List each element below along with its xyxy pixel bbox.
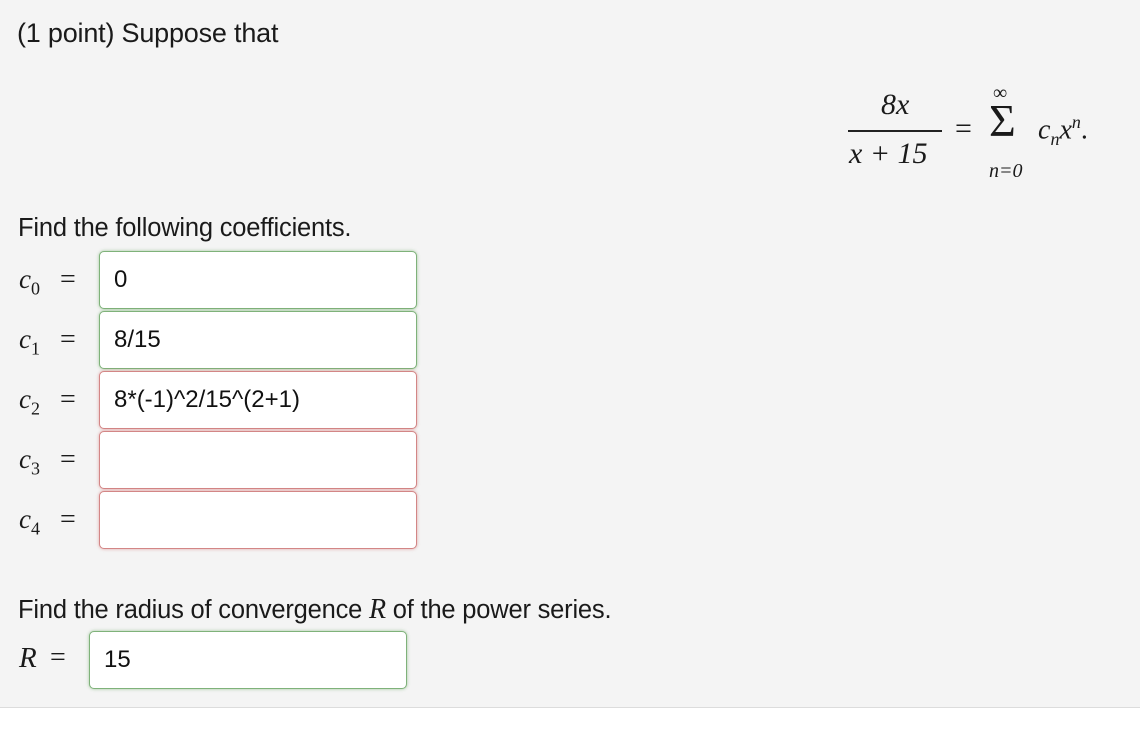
- equals-sign: =: [50, 642, 66, 673]
- coefficient-row-c3: c3 =: [0, 431, 430, 489]
- problem-panel: (1 point) Suppose that 8x x + 15 = ∞ Σ n…: [0, 0, 1140, 708]
- coefficient-row-c2: c2 = 8*(-1)^2/15^(2+1): [0, 371, 430, 429]
- c3-answer-input[interactable]: [99, 431, 417, 489]
- c0-answer-input[interactable]: 0: [99, 251, 417, 309]
- equals-sign: =: [60, 384, 76, 415]
- series-term: cnxn.: [1038, 112, 1088, 150]
- c1-answer-input[interactable]: 8/15: [99, 311, 417, 369]
- equals-sign: =: [60, 444, 76, 475]
- coefficient-row-c0: c0 = 0: [0, 251, 430, 309]
- sum-lower-limit: n=0: [989, 160, 1023, 182]
- coefficient-label: c1: [19, 324, 40, 359]
- radius-label: R: [19, 642, 37, 674]
- c2-answer-input[interactable]: 8*(-1)^2/15^(2+1): [99, 371, 417, 429]
- coefficient-label: c2: [19, 384, 40, 419]
- coefficient-row-c4: c4 =: [0, 491, 430, 549]
- fraction-bar: [848, 130, 942, 132]
- equals-sign: =: [60, 504, 76, 535]
- term-variable: x: [1059, 114, 1072, 146]
- equation-equals-sign: =: [955, 112, 972, 145]
- radius-prompt: Find the radius of convergence R of the …: [18, 594, 612, 625]
- coefficient-label: c0: [19, 264, 40, 299]
- series-equation: 8x x + 15 = ∞ Σ n=0 cnxn.: [845, 82, 1125, 188]
- coefficient-label: c4: [19, 504, 40, 539]
- term-period: .: [1080, 114, 1088, 146]
- problem-intro: (1 point) Suppose that: [17, 18, 279, 48]
- summation-icon: Σ: [989, 95, 1016, 146]
- radius-answer-input[interactable]: 15: [89, 631, 407, 689]
- c4-answer-input[interactable]: [99, 491, 417, 549]
- equals-sign: =: [60, 324, 76, 355]
- equals-sign: =: [60, 264, 76, 295]
- coefficient-row-c1: c1 = 8/15: [0, 311, 430, 369]
- fraction-denominator: x + 15: [849, 137, 928, 170]
- coefficient-label: c3: [19, 444, 40, 479]
- fraction-numerator: 8x: [881, 88, 910, 121]
- term-coefficient: c: [1038, 114, 1051, 146]
- coefficients-prompt: Find the following coefficients.: [18, 214, 352, 242]
- term-exponent: n: [1071, 112, 1081, 132]
- radius-row: R = 15: [0, 631, 430, 689]
